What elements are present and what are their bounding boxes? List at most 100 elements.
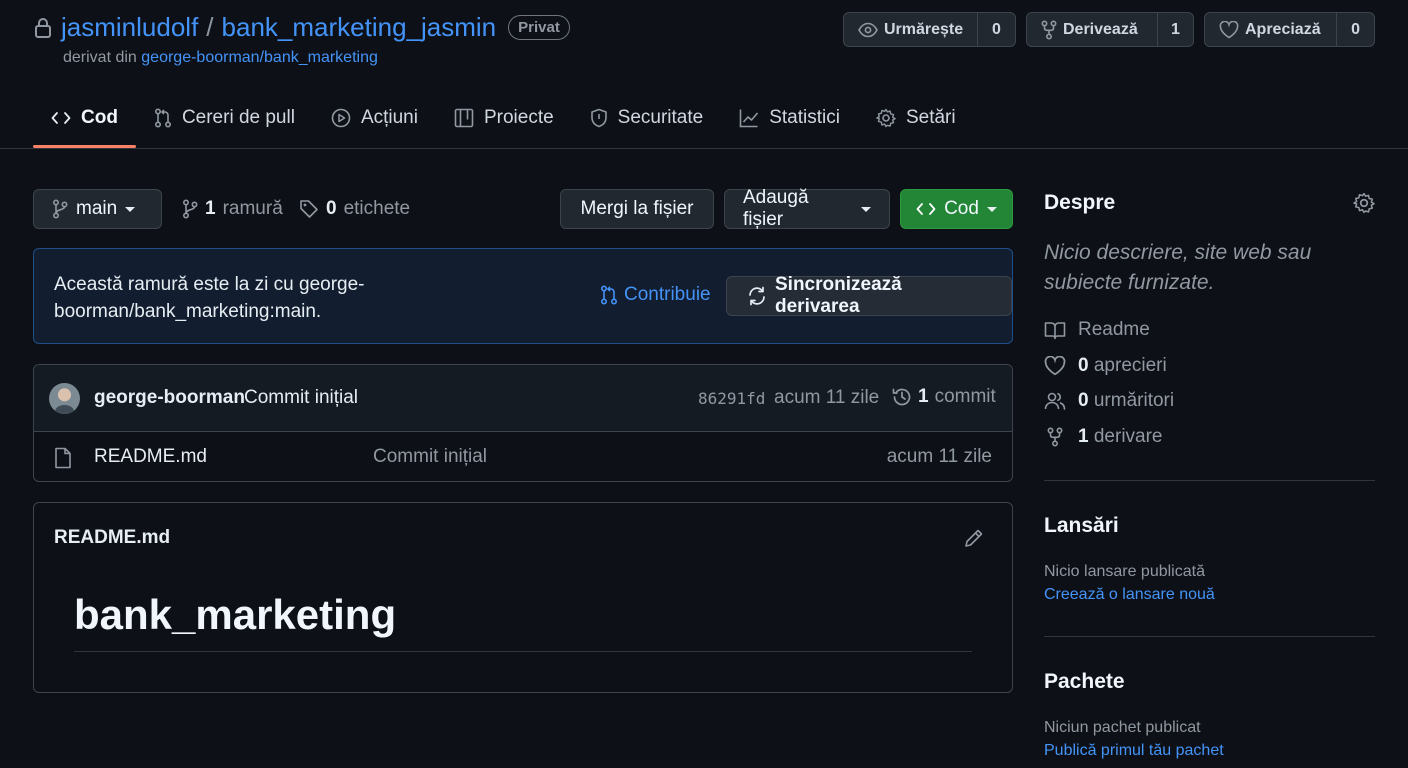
star-button[interactable]: Apreciază 0 [1204,12,1375,47]
sync-fork-label: Sincronizează derivarea [775,274,902,317]
publish-package-link[interactable]: Publică primul tău pachet [1044,742,1224,760]
about-title: Despre [1044,191,1116,214]
table-row: README.md Commit inițial acum 11 zile [34,433,1012,481]
star-label: Apreciază [1245,20,1321,38]
tab-settings-label: Setări [905,107,956,128]
watchers-link[interactable]: 0 urmăritori [1044,390,1174,412]
tags-link[interactable]: 0 etichete [299,198,410,220]
avatar[interactable] [49,383,80,414]
shield-icon [590,108,608,128]
packages-title[interactable]: Pachete [1044,670,1125,694]
commit-hash-link[interactable]: 86291fd [698,389,765,408]
add-file-button[interactable]: Adaugă fișier [724,187,890,230]
tab-code[interactable]: Cod [33,92,136,148]
repo-name-link[interactable]: bank_marketing_jasmin [222,12,497,43]
fork-status-banner: Această ramură este la zi cu george-boor… [33,248,1013,344]
repo-owner-link[interactable]: jasminludolf [61,12,198,43]
tab-security[interactable]: Securitate [572,92,722,144]
code-icon [916,201,936,217]
commit-time: acum 11 zile [774,387,880,408]
add-file-label: Adaugă fișier [743,187,809,230]
stars-label: aprecieri [1093,355,1167,376]
watch-count[interactable]: 0 [977,13,1015,46]
chevron-down-icon [125,206,136,212]
forked-from-link[interactable]: george-boorman/bank_marketing [141,49,378,66]
stars-count: 0 [1078,355,1089,376]
tags-label: etichete [343,198,411,219]
fork-count[interactable]: 1 [1157,13,1193,46]
tab-projects-label: Proiecte [483,107,554,128]
tab-insights-label: Statistici [769,107,840,128]
packages-empty: Niciun pachet publicat [1044,719,1201,736]
file-commit-time: acum 11 zile [886,446,992,467]
forks-count: 1 [1078,426,1089,447]
tab-code-label: Cod [81,107,118,128]
readme-link-label: Readme [1078,319,1150,340]
commit-count: 1 [918,386,929,407]
git-pull-request-icon [600,285,618,305]
go-to-file-button[interactable]: Mergi la fișier [560,189,714,229]
file-icon [54,447,72,469]
commit-message-link[interactable]: Commit inițial [244,387,358,409]
table-icon [454,108,474,128]
repo-separator: / [206,12,214,42]
tags-count: 0 [326,198,337,219]
code-button[interactable]: Cod [900,189,1013,229]
stars-link[interactable]: 0 aprecieri [1044,355,1167,377]
branches-label: ramură [222,198,283,219]
sync-icon [747,286,767,306]
contribute-button[interactable]: Contribuie [600,284,711,306]
file-commit-message-link[interactable]: Commit inițial [373,446,487,468]
readme-title[interactable]: README.md [54,527,170,549]
commit-history-link[interactable]: 1 commit [892,386,996,408]
commit-author-link[interactable]: george-boorman [94,387,245,409]
repo-forked-icon [1041,19,1057,40]
sync-fork-button[interactable]: Sincronizează derivarea [726,274,1012,317]
fork-button[interactable]: Derivează 1 [1026,12,1194,47]
watch-button[interactable]: Urmărește 0 [843,12,1016,47]
tab-insights[interactable]: Statistici [721,92,858,144]
book-icon [1044,320,1066,340]
graph-icon [739,108,759,128]
latest-commit-row: george-boorman Commit inițial 86291fd ac… [34,365,1012,432]
visibility-badge: Privat [508,15,570,40]
tab-pull-requests[interactable]: Cereri de pull [136,92,313,144]
star-count[interactable]: 0 [1336,13,1374,46]
people-icon [1044,391,1066,411]
history-icon [892,387,912,407]
releases-title[interactable]: Lansări [1044,514,1119,538]
branch-name: main [76,198,118,219]
contribute-label: Contribuie [624,284,711,305]
git-branch-icon [52,199,68,219]
gear-icon [876,108,896,128]
heart-icon [1044,356,1066,376]
tab-settings[interactable]: Setări [858,92,974,144]
watchers-count: 0 [1078,390,1089,411]
tabs-divider [0,148,1408,149]
forked-from-line: derivat din george-boorman/bank_marketin… [63,49,378,67]
eye-icon [858,22,878,38]
tab-actions[interactable]: Acțiuni [313,92,436,144]
fork-label: Derivează [1063,20,1138,38]
create-release-link[interactable]: Creează o lansare nouă [1044,586,1215,604]
gear-icon[interactable] [1353,192,1375,214]
git-branch-icon [182,199,198,219]
watch-label: Urmărește [884,20,964,38]
file-table: george-boorman Commit inițial 86291fd ac… [33,364,1013,482]
tab-security-label: Securitate [617,107,704,128]
readme-link[interactable]: Readme [1044,319,1150,341]
readme-panel: README.md bank_marketing [33,502,1013,693]
file-name-link[interactable]: README.md [94,446,207,468]
forks-label: derivare [1093,426,1163,447]
pencil-icon[interactable] [963,527,985,549]
readme-heading-divider [74,651,972,652]
branch-selector[interactable]: main [33,189,162,229]
tab-projects[interactable]: Proiecte [436,92,572,144]
releases-empty: Nicio lansare publicată [1044,563,1205,580]
play-icon [331,108,351,128]
forks-link[interactable]: 1 derivare [1044,426,1163,448]
repo-forked-icon [1044,427,1066,447]
branches-link[interactable]: 1 ramură [182,198,283,220]
repo-tabs: Cod Cereri de pull Acțiuni Proiecte Secu… [33,92,974,148]
chevron-down-icon [861,206,871,212]
